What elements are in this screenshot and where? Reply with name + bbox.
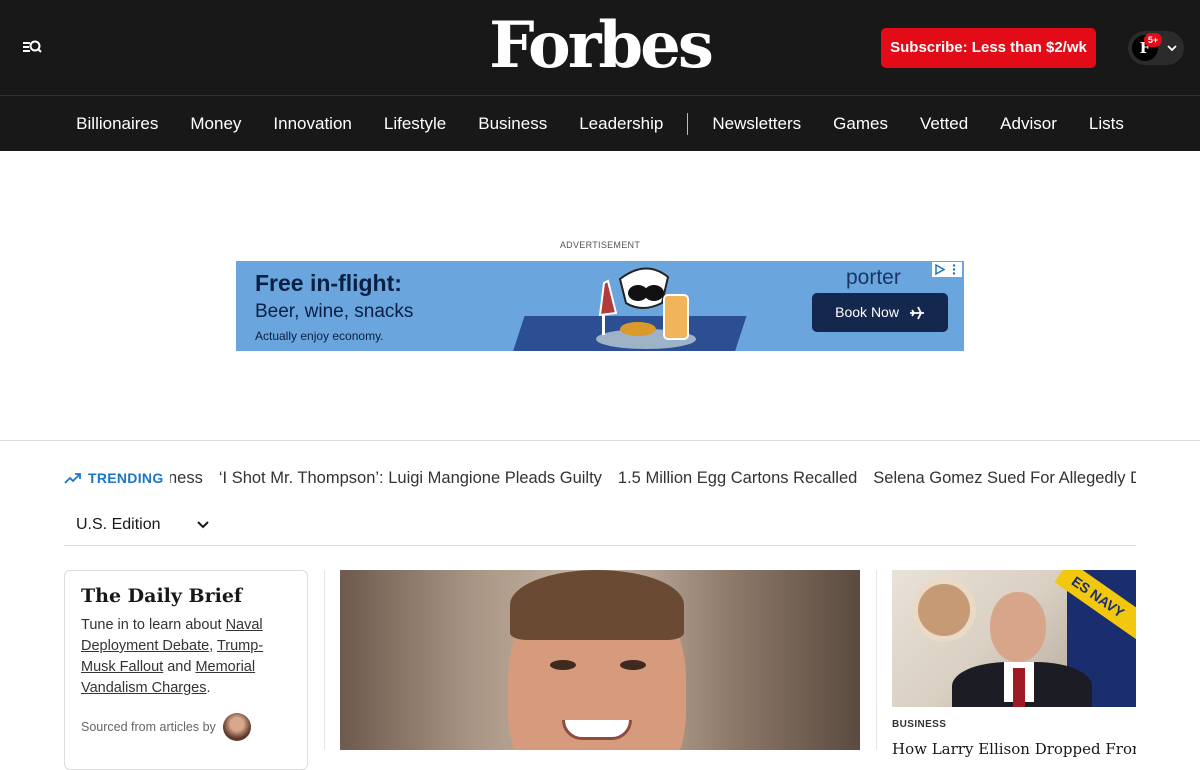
ad-book-now-button[interactable]: Book Now bbox=[812, 293, 948, 332]
edition-select[interactable]: U.S. Edition bbox=[76, 512, 210, 538]
daily-brief-body: Tune in to learn about Naval Deployment … bbox=[81, 615, 291, 699]
trending-label-text: TRENDING bbox=[88, 470, 164, 486]
nav-business[interactable]: Business bbox=[462, 114, 563, 134]
nav-money[interactable]: Money bbox=[174, 114, 257, 134]
separator: and bbox=[163, 659, 196, 675]
subscribe-button[interactable]: Subscribe: Less than $2/wk bbox=[881, 28, 1096, 68]
ad-subline: Beer, wine, snacks bbox=[255, 301, 414, 322]
hero-person-eye bbox=[620, 660, 646, 670]
chevron-down-icon bbox=[1167, 45, 1177, 52]
side-story-image[interactable]: ES NAVY bbox=[892, 570, 1136, 707]
nav-games[interactable]: Games bbox=[817, 114, 904, 134]
edition-value: U.S. Edition bbox=[76, 516, 161, 533]
person-tie bbox=[1013, 668, 1025, 707]
daily-brief-title: The Daily Brief bbox=[81, 585, 243, 607]
decor-plate bbox=[912, 578, 976, 642]
edition-divider bbox=[64, 545, 1136, 546]
hero-person-smile bbox=[562, 720, 632, 740]
separator: , bbox=[209, 638, 217, 654]
side-story-title[interactable]: How Larry Ellison Dropped From bbox=[892, 740, 1136, 758]
column-divider bbox=[876, 570, 877, 750]
trending-item[interactable]: ‘I Shot Mr. Thompson’: Luigi Mangione Pl… bbox=[219, 469, 602, 488]
top-header: Forbes Subscribe: Less than $2/wk F 5+ bbox=[0, 0, 1200, 96]
notification-badge: 5+ bbox=[1144, 33, 1162, 47]
nav-innovation[interactable]: Innovation bbox=[257, 114, 367, 134]
account-menu[interactable]: F 5+ bbox=[1128, 31, 1184, 65]
section-divider bbox=[0, 440, 1200, 441]
ad-illustration bbox=[596, 267, 696, 349]
trending-up-icon bbox=[64, 473, 81, 484]
trending-item[interactable]: ness bbox=[168, 469, 203, 488]
person-head bbox=[990, 592, 1046, 662]
nav-advisor[interactable]: Advisor bbox=[984, 114, 1073, 134]
trending-item[interactable]: 1.5 Million Egg Cartons Recalled bbox=[618, 469, 857, 488]
trending-label: TRENDING bbox=[64, 466, 170, 490]
airplane-icon bbox=[909, 306, 924, 320]
nav-leadership[interactable]: Leadership bbox=[563, 114, 679, 134]
daily-brief-sourced-label: Sourced from articles by bbox=[81, 720, 216, 734]
ad-choices-icon[interactable] bbox=[932, 262, 962, 277]
hero-person-eye bbox=[550, 660, 576, 670]
nav-divider bbox=[687, 112, 689, 135]
daily-brief-intro: Tune in to learn about bbox=[81, 617, 226, 633]
advertisement-label: ADVERTISEMENT bbox=[559, 240, 641, 250]
ad-headline: Free in-flight: bbox=[255, 270, 402, 296]
author-avatar[interactable] bbox=[222, 713, 251, 741]
nav-vetted[interactable]: Vetted bbox=[904, 114, 984, 134]
separator: . bbox=[206, 680, 211, 696]
ad-banner[interactable]: Free in-flight: Beer, wine, snacks Actua… bbox=[236, 261, 964, 351]
ad-brand: porter bbox=[846, 266, 901, 289]
nav-billionaires[interactable]: Billionaires bbox=[60, 114, 174, 134]
ad-tagline: Actually enjoy economy. bbox=[255, 329, 384, 343]
column-divider bbox=[324, 570, 325, 750]
chevron-down-icon bbox=[197, 521, 209, 529]
nav-newsletters[interactable]: Newsletters bbox=[696, 114, 817, 134]
daily-brief-source: Sourced from articles by bbox=[81, 713, 251, 741]
ad-cta-label: Book Now bbox=[835, 304, 899, 320]
trending-ticker: ness ‘I Shot Mr. Thompson’: Luigi Mangio… bbox=[64, 466, 1136, 490]
hero-story-image[interactable] bbox=[340, 570, 860, 750]
nav-lists[interactable]: Lists bbox=[1073, 114, 1140, 134]
main-nav: Billionaires Money Innovation Lifestyle … bbox=[0, 96, 1200, 151]
side-story-category[interactable]: BUSINESS bbox=[892, 719, 946, 730]
daily-brief-card: The Daily Brief Tune in to learn about N… bbox=[64, 570, 308, 770]
hero-person-hair bbox=[510, 570, 684, 640]
trending-item[interactable]: Selena Gomez Sued For Allegedly D bbox=[873, 469, 1136, 488]
nav-lifestyle[interactable]: Lifestyle bbox=[368, 114, 462, 134]
